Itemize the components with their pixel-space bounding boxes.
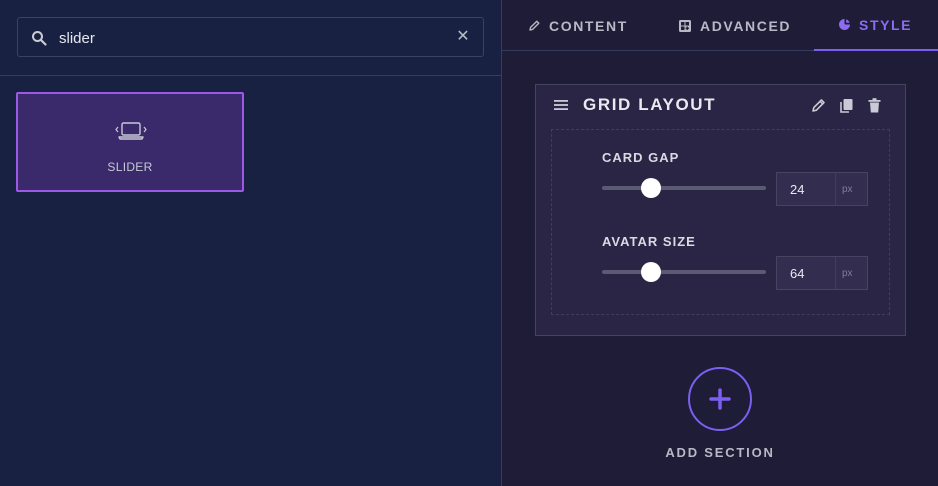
tab-content[interactable]: CONTENT [528, 0, 628, 51]
section-title: GRID LAYOUT [583, 95, 717, 114]
search-icon [32, 31, 47, 46]
section-fields: CARD GAP 24 px AVATAR SIZE 64 px [551, 129, 890, 315]
field-label-card-gap: CARD GAP [602, 150, 680, 165]
laptop-icon [115, 122, 147, 140]
slider-thumb[interactable] [641, 262, 662, 282]
plus-icon [709, 388, 731, 410]
grid-plus-icon [679, 19, 691, 32]
palette-icon [839, 19, 850, 30]
drag-handle-icon[interactable] [553, 99, 569, 111]
close-icon[interactable]: ✕ [455, 29, 471, 45]
avatar-size-slider[interactable] [602, 262, 766, 282]
widget-panel: ✕ SLIDER [0, 0, 501, 486]
avatar-size-input[interactable]: 64 px [776, 256, 868, 290]
tab-label: ADVANCED [700, 17, 792, 34]
field-label-avatar-size: AVATAR SIZE [602, 234, 696, 249]
tab-label: CONTENT [549, 17, 628, 34]
input-separator [835, 257, 836, 289]
tab-bar: CONTENT ADVANCED STYLE [502, 0, 938, 51]
edit-icon[interactable] [810, 97, 827, 114]
add-section-button[interactable] [688, 367, 752, 431]
tab-advanced[interactable]: ADVANCED [678, 0, 791, 51]
trash-icon[interactable] [866, 97, 883, 114]
slider-thumb[interactable] [641, 178, 662, 198]
tab-style[interactable]: STYLE [814, 0, 938, 51]
card-gap-slider[interactable] [602, 178, 766, 198]
section-header: GRID LAYOUT [536, 85, 905, 125]
unit-label: px [842, 268, 853, 279]
search-box: ✕ [17, 17, 484, 57]
search-input[interactable] [59, 27, 439, 49]
input-separator [835, 173, 836, 205]
widget-label: SLIDER [107, 160, 153, 174]
pencil-icon [529, 20, 540, 31]
widget-slider[interactable]: SLIDER [16, 92, 244, 192]
section-card: GRID LAYOUT CARD GAP 24 px AVATAR SIZE 6… [535, 84, 906, 336]
settings-panel: CONTENT ADVANCED STYLE GRID LAYOUT CARD … [502, 0, 938, 486]
tab-label: STYLE [859, 16, 913, 33]
unit-label: px [842, 184, 853, 195]
add-section-label: ADD SECTION [665, 445, 775, 460]
card-gap-input[interactable]: 24 px [776, 172, 868, 206]
number-value: 24 [790, 182, 805, 197]
search-bar: ✕ [0, 0, 501, 76]
number-value: 64 [790, 266, 805, 281]
copy-icon[interactable] [838, 97, 855, 114]
